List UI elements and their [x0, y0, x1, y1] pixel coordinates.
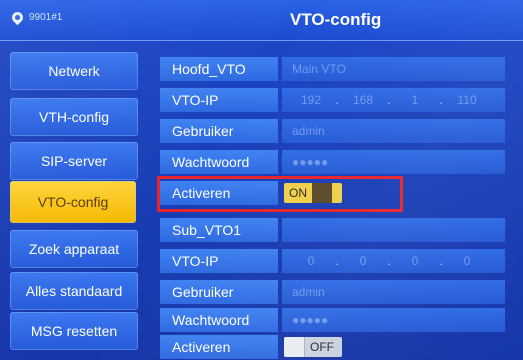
sidebar-item-vto-config[interactable]: VTO-config [10, 181, 136, 223]
wachtwoord-label: Wachtwoord [160, 150, 278, 174]
wachtwoord-field[interactable]: ●●●●● [282, 150, 505, 174]
sidebar-item-label: VTO-config [37, 194, 109, 210]
ip-separator: . [335, 93, 339, 107]
sidebar-item-zoek-apparaat[interactable]: Zoek apparaat [10, 230, 138, 268]
hoofd-vto-field[interactable]: Main VTO [282, 57, 505, 81]
hoofd-vto-label: Hoofd_VTO [160, 57, 278, 81]
sub-gebruiker-field[interactable]: admin [282, 280, 505, 304]
sidebar-item-label: Netwerk [48, 63, 100, 79]
sidebar-item-label: Zoek apparaat [28, 241, 120, 257]
ip-octet: 0 [359, 254, 367, 268]
device-id: 9901#1 [29, 12, 63, 23]
vto-ip-field[interactable]: 192 . 168 . 1 . 110 [282, 88, 505, 112]
sub-vto-row: Sub_VTO1 [160, 218, 505, 242]
sub-gebruiker-label: Gebruiker [160, 280, 278, 304]
sub-vto-ip-field[interactable]: 0 . 0 . 0 . 0 [282, 249, 505, 273]
gebruiker-label: Gebruiker [160, 119, 278, 143]
toggle-knob [284, 337, 305, 357]
ip-separator: . [335, 254, 339, 268]
sub-activeren-toggle[interactable]: OFF [284, 337, 342, 357]
sidebar-item-label: Alles standaard [25, 283, 123, 299]
gebruiker-field[interactable]: admin [282, 119, 505, 143]
sub-vto-ip-label: VTO-IP [160, 249, 278, 273]
sidebar-item-label: SIP-server [40, 153, 108, 169]
location-pin-icon [9, 9, 26, 26]
ip-octet: 0 [463, 254, 471, 268]
sidebar-item-netwerk[interactable]: Netwerk [10, 52, 138, 90]
sub-wachtwoord-label: Wachtwoord [160, 308, 278, 332]
ip-octet: 192 [300, 93, 322, 107]
screen: 9901#1 VTO-config Netwerk VTH-config SIP… [0, 0, 523, 360]
ip-octet: 110 [457, 93, 477, 107]
page-title: VTO-config [290, 10, 382, 29]
sidebar-item-sip-server[interactable]: SIP-server [10, 142, 138, 180]
sidebar-item-vth-config[interactable]: VTH-config [10, 98, 138, 136]
sub-wachtwoord-field[interactable]: ●●●●● [282, 308, 505, 332]
sub-activeren-label: Activeren [160, 335, 278, 359]
wachtwoord-row: Wachtwoord ●●●●● [160, 150, 505, 174]
sidebar-item-label: MSG resetten [30, 323, 118, 339]
highlight-box [157, 176, 403, 212]
ip-separator: . [439, 254, 443, 268]
title-bar: 9901#1 VTO-config [0, 0, 523, 41]
ip-octet: 1 [411, 93, 419, 107]
device-indicator: 9901#1 [9, 9, 63, 26]
sidebar-item-msg-resetten[interactable]: MSG resetten [10, 312, 138, 350]
hoofd-vto-row: Hoofd_VTO Main VTO [160, 57, 505, 81]
gebruiker-row: Gebruiker admin [160, 119, 505, 143]
sub-activeren-row: Activeren OFF [160, 335, 505, 359]
ip-separator: . [387, 254, 391, 268]
ip-octet: 0 [307, 254, 315, 268]
ip-separator: . [387, 93, 391, 107]
vto-ip-row: VTO-IP 192 . 168 . 1 . 110 [160, 88, 505, 112]
ip-octet: 168 [352, 93, 374, 107]
sub-gebruiker-row: Gebruiker admin [160, 280, 505, 304]
ip-octet: 0 [411, 254, 419, 268]
sidebar-item-alles-standaard[interactable]: Alles standaard [10, 272, 138, 310]
sub-wachtwoord-row: Wachtwoord ●●●●● [160, 308, 505, 332]
ip-separator: . [439, 93, 443, 107]
sub-vto-label: Sub_VTO1 [160, 218, 278, 242]
toggle-state: OFF [310, 340, 334, 354]
sub-vto-field[interactable] [282, 218, 505, 242]
sub-vto-ip-row: VTO-IP 0 . 0 . 0 . 0 [160, 249, 505, 273]
vto-ip-label: VTO-IP [160, 88, 278, 112]
sidebar-item-label: VTH-config [38, 109, 110, 125]
